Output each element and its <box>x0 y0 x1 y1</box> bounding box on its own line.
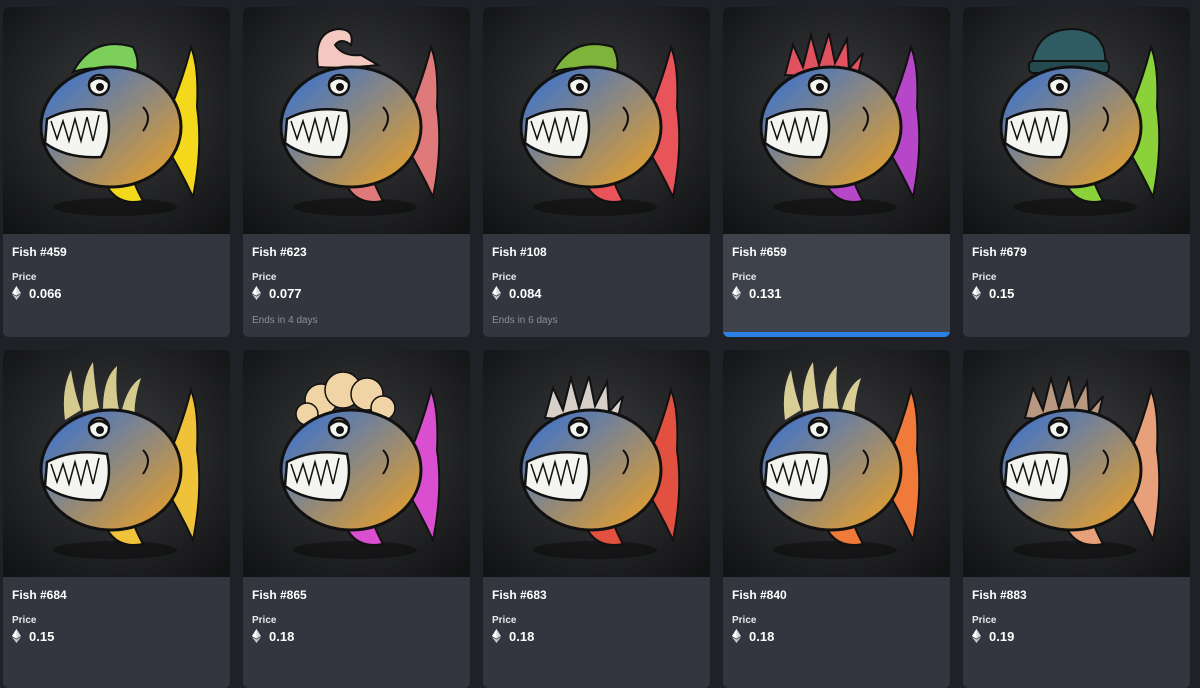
price-label: Price <box>972 272 997 283</box>
nft-card[interactable]: Fish #679 Price 0.15 <box>963 7 1190 337</box>
ethereum-icon <box>12 286 21 300</box>
price-label: Price <box>732 615 757 626</box>
ethereum-icon <box>492 629 501 643</box>
price-label: Price <box>732 272 757 283</box>
card-title: Fish #108 <box>492 245 547 259</box>
price-label: Price <box>492 272 517 283</box>
ethereum-icon <box>972 286 981 300</box>
fish-image[interactable] <box>723 350 950 577</box>
fish-image[interactable] <box>483 7 710 234</box>
fish-image[interactable] <box>243 350 470 577</box>
price-value: 0.18 <box>749 628 775 644</box>
price-value: 0.077 <box>269 285 302 301</box>
card-title: Fish #883 <box>972 588 1027 602</box>
fish-image[interactable] <box>3 7 230 234</box>
price-label: Price <box>252 272 277 283</box>
fish-image[interactable] <box>963 350 1190 577</box>
nft-grid: Fish #459 Price 0.066 Fish #623 Price 0.… <box>0 0 1200 688</box>
ethereum-icon <box>252 286 261 300</box>
price-value: 0.18 <box>509 628 535 644</box>
ethereum-icon <box>492 286 501 300</box>
ethereum-icon <box>252 629 261 643</box>
price-value: 0.19 <box>989 628 1015 644</box>
auction-ends: Ends in 6 days <box>492 315 558 326</box>
fish-image[interactable] <box>3 350 230 577</box>
ethereum-icon <box>972 629 981 643</box>
fish-image[interactable] <box>243 7 470 234</box>
card-title: Fish #683 <box>492 588 547 602</box>
nft-card[interactable]: Fish #684 Price 0.15 <box>3 350 230 688</box>
card-title: Fish #623 <box>252 245 307 259</box>
price-label: Price <box>252 615 277 626</box>
price-label: Price <box>492 615 517 626</box>
nft-card[interactable]: Fish #459 Price 0.066 <box>3 7 230 337</box>
selection-indicator <box>723 332 950 337</box>
card-title: Fish #840 <box>732 588 787 602</box>
auction-ends: Ends in 4 days <box>252 315 318 326</box>
nft-card[interactable]: Fish #623 Price 0.077 Ends in 4 days <box>243 7 470 337</box>
ethereum-icon <box>732 629 741 643</box>
nft-card[interactable]: Fish #883 Price 0.19 <box>963 350 1190 688</box>
nft-card[interactable]: Fish #108 Price 0.084 Ends in 6 days <box>483 7 710 337</box>
card-title: Fish #865 <box>252 588 307 602</box>
nft-card[interactable]: Fish #683 Price 0.18 <box>483 350 710 688</box>
card-title: Fish #459 <box>12 245 67 259</box>
card-title: Fish #659 <box>732 245 787 259</box>
price-value: 0.15 <box>989 285 1015 301</box>
nft-card-selected[interactable]: Fish #659 Price 0.131 <box>723 7 950 337</box>
card-title: Fish #679 <box>972 245 1027 259</box>
price-value: 0.084 <box>509 285 542 301</box>
ethereum-icon <box>732 286 741 300</box>
price-label: Price <box>972 615 997 626</box>
card-title: Fish #684 <box>12 588 67 602</box>
fish-image[interactable] <box>723 7 950 234</box>
price-value: 0.131 <box>749 285 782 301</box>
nft-card[interactable]: Fish #840 Price 0.18 <box>723 350 950 688</box>
fish-image[interactable] <box>963 7 1190 234</box>
price-label: Price <box>12 272 37 283</box>
price-value: 0.066 <box>29 285 62 301</box>
ethereum-icon <box>12 629 21 643</box>
price-label: Price <box>12 615 37 626</box>
price-value: 0.18 <box>269 628 295 644</box>
nft-card[interactable]: Fish #865 Price 0.18 <box>243 350 470 688</box>
price-value: 0.15 <box>29 628 55 644</box>
fish-image[interactable] <box>483 350 710 577</box>
